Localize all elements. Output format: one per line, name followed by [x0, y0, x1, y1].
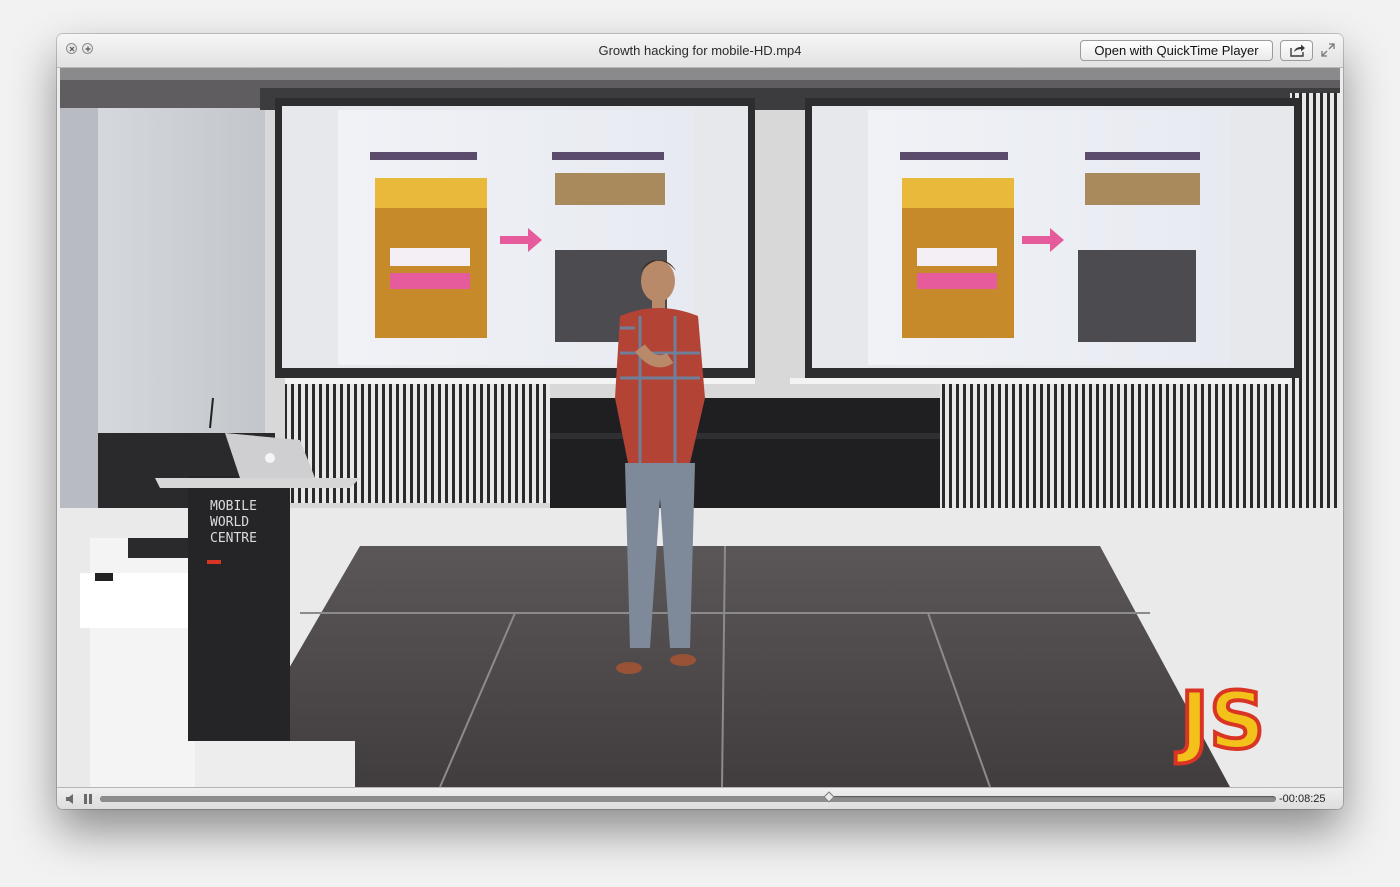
logo-text: JS: [1175, 677, 1265, 767]
js-logo: JS: [1173, 675, 1267, 769]
podium-line-3: CENTRE: [210, 531, 257, 546]
volume-icon[interactable]: [65, 793, 77, 805]
slide-right: [868, 110, 1230, 365]
time-remaining: -00:08:25: [1279, 793, 1326, 805]
share-button[interactable]: [1280, 40, 1313, 61]
progress-fill: [100, 796, 830, 802]
share-icon: [1290, 44, 1305, 57]
title-bar[interactable]: Growth hacking for mobile-HD.mp4 Open wi…: [57, 34, 1343, 68]
video-frame[interactable]: MOBILE WORLD CENTRE JS: [60, 68, 1340, 787]
podium-line-2: WORLD: [210, 515, 249, 530]
podium-line-1: MOBILE: [210, 499, 257, 514]
open-with-quicktime-button[interactable]: Open with QuickTime Player: [1080, 40, 1273, 61]
pause-icon[interactable]: [82, 793, 94, 805]
fullscreen-icon[interactable]: [1320, 42, 1336, 58]
progress-scrubber[interactable]: [100, 791, 1276, 803]
video-scene: MOBILE WORLD CENTRE JS: [60, 68, 1340, 787]
podium: MOBILE WORLD CENTRE: [188, 476, 290, 741]
quicktime-window: Growth hacking for mobile-HD.mp4 Open wi…: [57, 34, 1343, 809]
playback-controls: -00:08:25: [57, 787, 1343, 809]
